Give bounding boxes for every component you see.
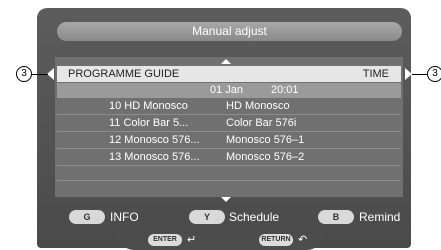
schedule-label: Schedule <box>229 210 280 224</box>
enter-icon: ↵ <box>187 234 197 246</box>
callout-line-left <box>30 74 48 75</box>
dialog-title: Manual adjust <box>57 22 402 41</box>
time-label: 20:01 <box>271 84 299 96</box>
channel-name: 10 HD Monosco <box>109 100 188 112</box>
channel-name: 12 Monosco 576... <box>109 134 200 146</box>
date-row: 01 Jan 20:01 <box>57 83 401 98</box>
date-label: 01 Jan <box>210 84 244 96</box>
list-item[interactable]: 12 Monosco 576... Monosco 576–1 <box>57 133 401 149</box>
enter-button[interactable]: ENTER <box>148 234 182 246</box>
schedule-key-button[interactable]: Y <box>189 210 225 224</box>
callout-line-right <box>412 74 428 75</box>
list-item[interactable]: 13 Monosco 576... Monosco 576–2 <box>57 150 401 166</box>
scroll-up-icon[interactable] <box>221 59 231 64</box>
remind-key-button[interactable]: B <box>318 210 354 224</box>
empty-row-divider <box>57 180 401 181</box>
programme-title: Color Bar 576i <box>226 117 297 129</box>
remind-label: Remind <box>359 210 401 224</box>
callout-left: 3 <box>16 66 32 82</box>
list-header: PROGRAMME GUIDE TIME <box>57 66 401 82</box>
header-programme-guide: PROGRAMME GUIDE <box>68 68 180 80</box>
list-item[interactable]: 10 HD Monosco HD Monosco <box>57 99 401 115</box>
programme-title: Monosco 576–2 <box>226 151 305 163</box>
info-label: INFO <box>110 210 139 224</box>
info-key-button[interactable]: G <box>69 210 105 224</box>
callout-right: 3 <box>427 66 441 82</box>
scroll-down-icon[interactable] <box>221 197 231 202</box>
header-time: TIME <box>362 68 389 80</box>
channel-name: 13 Monosco 576... <box>109 151 200 163</box>
programme-title: HD Monosco <box>226 100 290 112</box>
arrow-left-icon[interactable] <box>47 68 54 80</box>
return-button[interactable]: RETURN <box>259 234 293 246</box>
programme-title: Monosco 576–1 <box>226 134 305 146</box>
list-item[interactable]: 11 Color Bar 5... Color Bar 576i <box>57 116 401 132</box>
channel-name: 11 Color Bar 5... <box>109 117 189 129</box>
arrow-right-icon[interactable] <box>405 68 412 80</box>
return-icon: ↶ <box>298 234 308 246</box>
